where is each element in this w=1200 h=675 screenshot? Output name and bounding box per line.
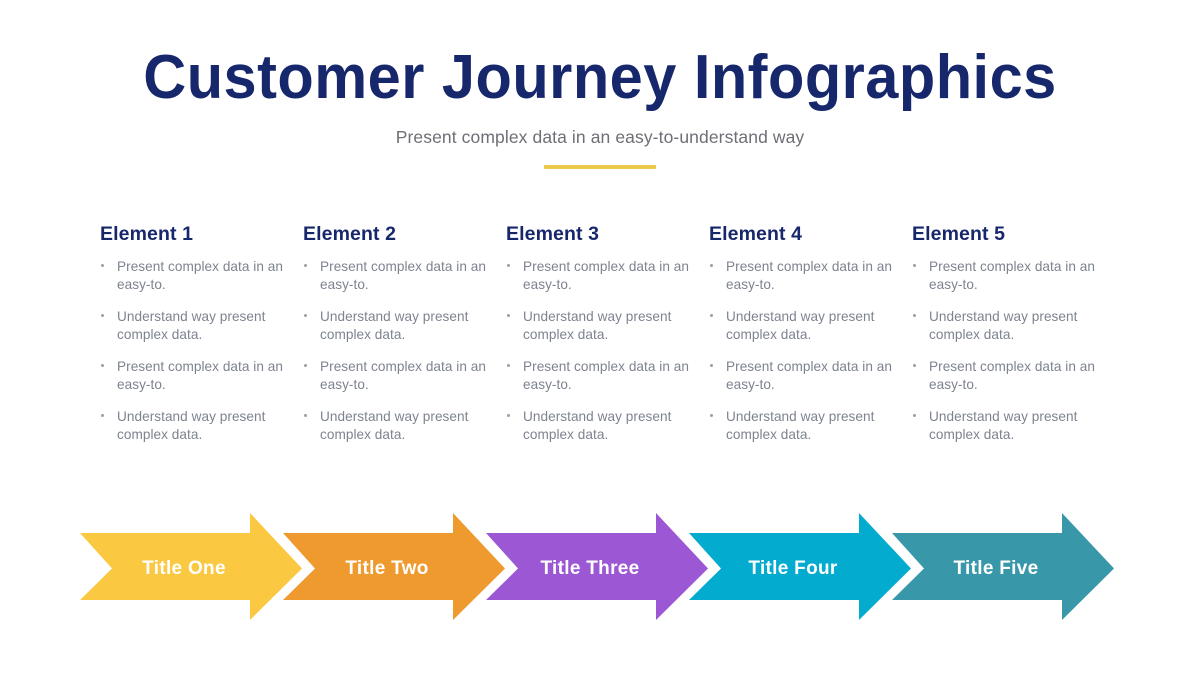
column-heading: Element 1 [100, 223, 194, 245]
bullet-dot-icon [101, 264, 105, 268]
bullet-text: Understand way present complex data. [117, 409, 266, 442]
title-underline-rule [544, 165, 656, 169]
bullet-text: Present complex data in an easy-to. [929, 259, 1096, 292]
list-item: Understand way present complex data. [98, 308, 287, 344]
list-item: Present complex data in an easy-to. [98, 258, 287, 294]
column-heading: Element 4 [709, 223, 803, 245]
bullet-dot-icon [913, 414, 917, 418]
column-heading: Element 3 [506, 223, 600, 245]
list-item: Understand way present complex data. [910, 408, 1099, 444]
list-item: Present complex data in an easy-to. [301, 258, 490, 294]
list-item: Understand way present complex data. [98, 408, 287, 444]
list-item: Understand way present complex data. [504, 308, 693, 344]
bullet-list: Present complex data in an easy-to. Under… [98, 258, 287, 444]
bullet-list: Present complex data in an easy-to. Under… [504, 258, 693, 444]
list-item: Present complex data in an easy-to. [707, 358, 896, 394]
bullet-dot-icon [913, 264, 917, 268]
bullet-dot-icon [710, 414, 714, 418]
list-item: Understand way present complex data. [910, 308, 1099, 344]
bullet-dot-icon [913, 314, 917, 318]
bullet-text: Present complex data in an easy-to. [523, 259, 690, 292]
bullet-list: Present complex data in an easy-to. Under… [910, 258, 1099, 444]
element-column-5: Element 5 Present complex data in an easy… [910, 222, 1113, 444]
chevron-step-4[interactable]: Title Four [689, 506, 911, 631]
list-item: Understand way present complex data. [301, 408, 490, 444]
page-subtitle: Present complex data in an easy-to-under… [395, 127, 805, 147]
bullet-list: Present complex data in an easy-to. Under… [301, 258, 490, 444]
bullet-dot-icon [304, 364, 308, 368]
bullet-text: Present complex data in an easy-to. [523, 359, 690, 392]
journey-chevron-band: Title One Title Two Title Three Title Four T… [80, 506, 1140, 631]
list-item: Present complex data in an easy-to. [504, 258, 693, 294]
element-column-4: Element 4 Present complex data in an easy… [707, 222, 910, 444]
element-column-3: Element 3 Present complex data in an easy… [504, 222, 707, 444]
bullet-text: Understand way present complex data. [726, 309, 875, 342]
bullet-text: Present complex data in an easy-to. [117, 259, 284, 292]
element-column-2: Element 2 Present complex data in an easy… [301, 222, 504, 444]
bullet-dot-icon [507, 364, 511, 368]
chevron-step-3[interactable]: Title Three [486, 506, 708, 631]
list-item: Understand way present complex data. [504, 408, 693, 444]
bullet-dot-icon [304, 414, 308, 418]
list-item: Present complex data in an easy-to. [707, 258, 896, 294]
chevron-step-5[interactable]: Title Five [892, 506, 1114, 631]
chevron-shape [892, 513, 1114, 620]
bullet-dot-icon [710, 264, 714, 268]
element-column-1: Element 1 Present complex data in an easy… [98, 222, 301, 444]
list-item: Present complex data in an easy-to. [98, 358, 287, 394]
bullet-dot-icon [507, 414, 511, 418]
slide-canvas: Customer Journey Infographics Present co… [0, 0, 1200, 675]
bullet-text: Understand way present complex data. [523, 309, 672, 342]
slide-header: Customer Journey Infographics Present co… [0, 42, 1200, 169]
page-title: Customer Journey Infographics [143, 43, 1057, 112]
bullet-text: Understand way present complex data. [726, 409, 875, 442]
list-item: Understand way present complex data. [707, 408, 896, 444]
chevron-step-1[interactable]: Title One [80, 506, 302, 631]
bullet-dot-icon [304, 314, 308, 318]
chevron-shape [689, 513, 911, 620]
bullet-dot-icon [913, 364, 917, 368]
bullet-dot-icon [304, 264, 308, 268]
bullet-text: Present complex data in an easy-to. [929, 359, 1096, 392]
bullet-text: Present complex data in an easy-to. [726, 359, 893, 392]
bullet-dot-icon [101, 414, 105, 418]
bullet-dot-icon [507, 264, 511, 268]
bullet-text: Present complex data in an easy-to. [320, 359, 487, 392]
bullet-text: Understand way present complex data. [320, 309, 469, 342]
bullet-dot-icon [710, 314, 714, 318]
column-heading: Element 2 [303, 223, 397, 245]
bullet-text: Present complex data in an easy-to. [726, 259, 893, 292]
chevron-step-2[interactable]: Title Two [283, 506, 505, 631]
bullet-dot-icon [507, 314, 511, 318]
chevron-shape [486, 513, 708, 620]
list-item: Present complex data in an easy-to. [910, 258, 1099, 294]
bullet-text: Understand way present complex data. [929, 309, 1078, 342]
bullet-text: Understand way present complex data. [929, 409, 1078, 442]
bullet-list: Present complex data in an easy-to. Under… [707, 258, 896, 444]
list-item: Understand way present complex data. [707, 308, 896, 344]
bullet-text: Understand way present complex data. [320, 409, 469, 442]
bullet-text: Present complex data in an easy-to. [320, 259, 487, 292]
list-item: Present complex data in an easy-to. [504, 358, 693, 394]
chevron-shape [283, 513, 505, 620]
list-item: Present complex data in an easy-to. [910, 358, 1099, 394]
bullet-text: Present complex data in an easy-to. [117, 359, 284, 392]
column-heading: Element 5 [912, 223, 1006, 245]
element-columns: Element 1 Present complex data in an easy… [98, 222, 1118, 444]
list-item: Understand way present complex data. [301, 308, 490, 344]
chevron-shape [80, 513, 302, 620]
bullet-dot-icon [710, 364, 714, 368]
bullet-dot-icon [101, 364, 105, 368]
bullet-dot-icon [101, 314, 105, 318]
bullet-text: Understand way present complex data. [117, 309, 266, 342]
bullet-text: Understand way present complex data. [523, 409, 672, 442]
list-item: Present complex data in an easy-to. [301, 358, 490, 394]
